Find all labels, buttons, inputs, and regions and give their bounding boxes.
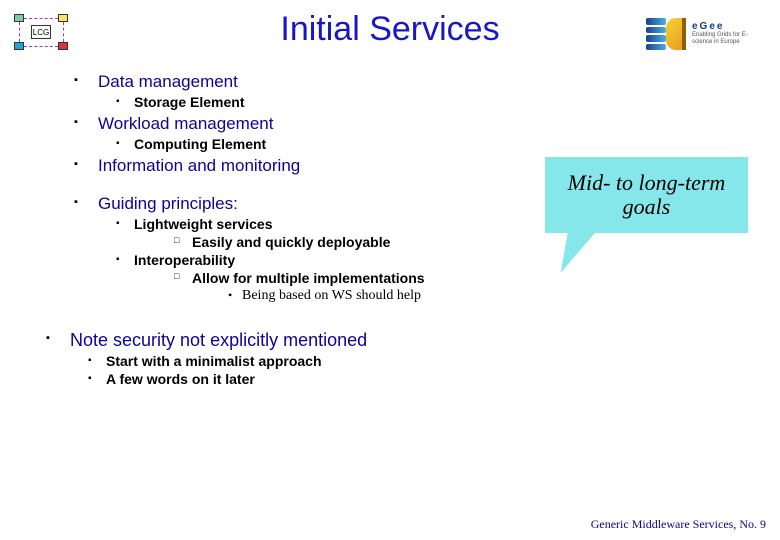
item-storage-element: Storage Element: [108, 94, 710, 110]
item-data-mgmt: Data management: [70, 72, 710, 92]
item-workload-mgmt: Workload management: [70, 114, 710, 134]
footer-text: Generic Middleware Services, No. 9: [591, 517, 766, 532]
item-computing-element: Computing Element: [108, 136, 710, 152]
slide: LCG eGee Enabling Grids for E-science in…: [0, 0, 780, 540]
item-note: Note security not explicitly mentioned: [42, 330, 710, 351]
item-few-words: A few words on it later: [80, 371, 710, 387]
slide-body: Data management Storage Element Workload…: [70, 68, 710, 387]
item-multi-impl: Allow for multiple implementations: [166, 270, 710, 286]
slide-title: Initial Services: [0, 10, 780, 49]
item-ws-help: Being based on WS should help: [220, 288, 710, 304]
item-info-monitoring: Information and monitoring: [70, 156, 710, 176]
item-interop: Interoperability: [108, 252, 710, 268]
item-guiding-principles: Guiding principles:: [70, 194, 710, 214]
item-lightweight: Lightweight services: [108, 216, 710, 232]
item-deployable: Easily and quickly deployable: [166, 234, 710, 250]
item-minimalist: Start with a minimalist approach: [80, 353, 710, 369]
